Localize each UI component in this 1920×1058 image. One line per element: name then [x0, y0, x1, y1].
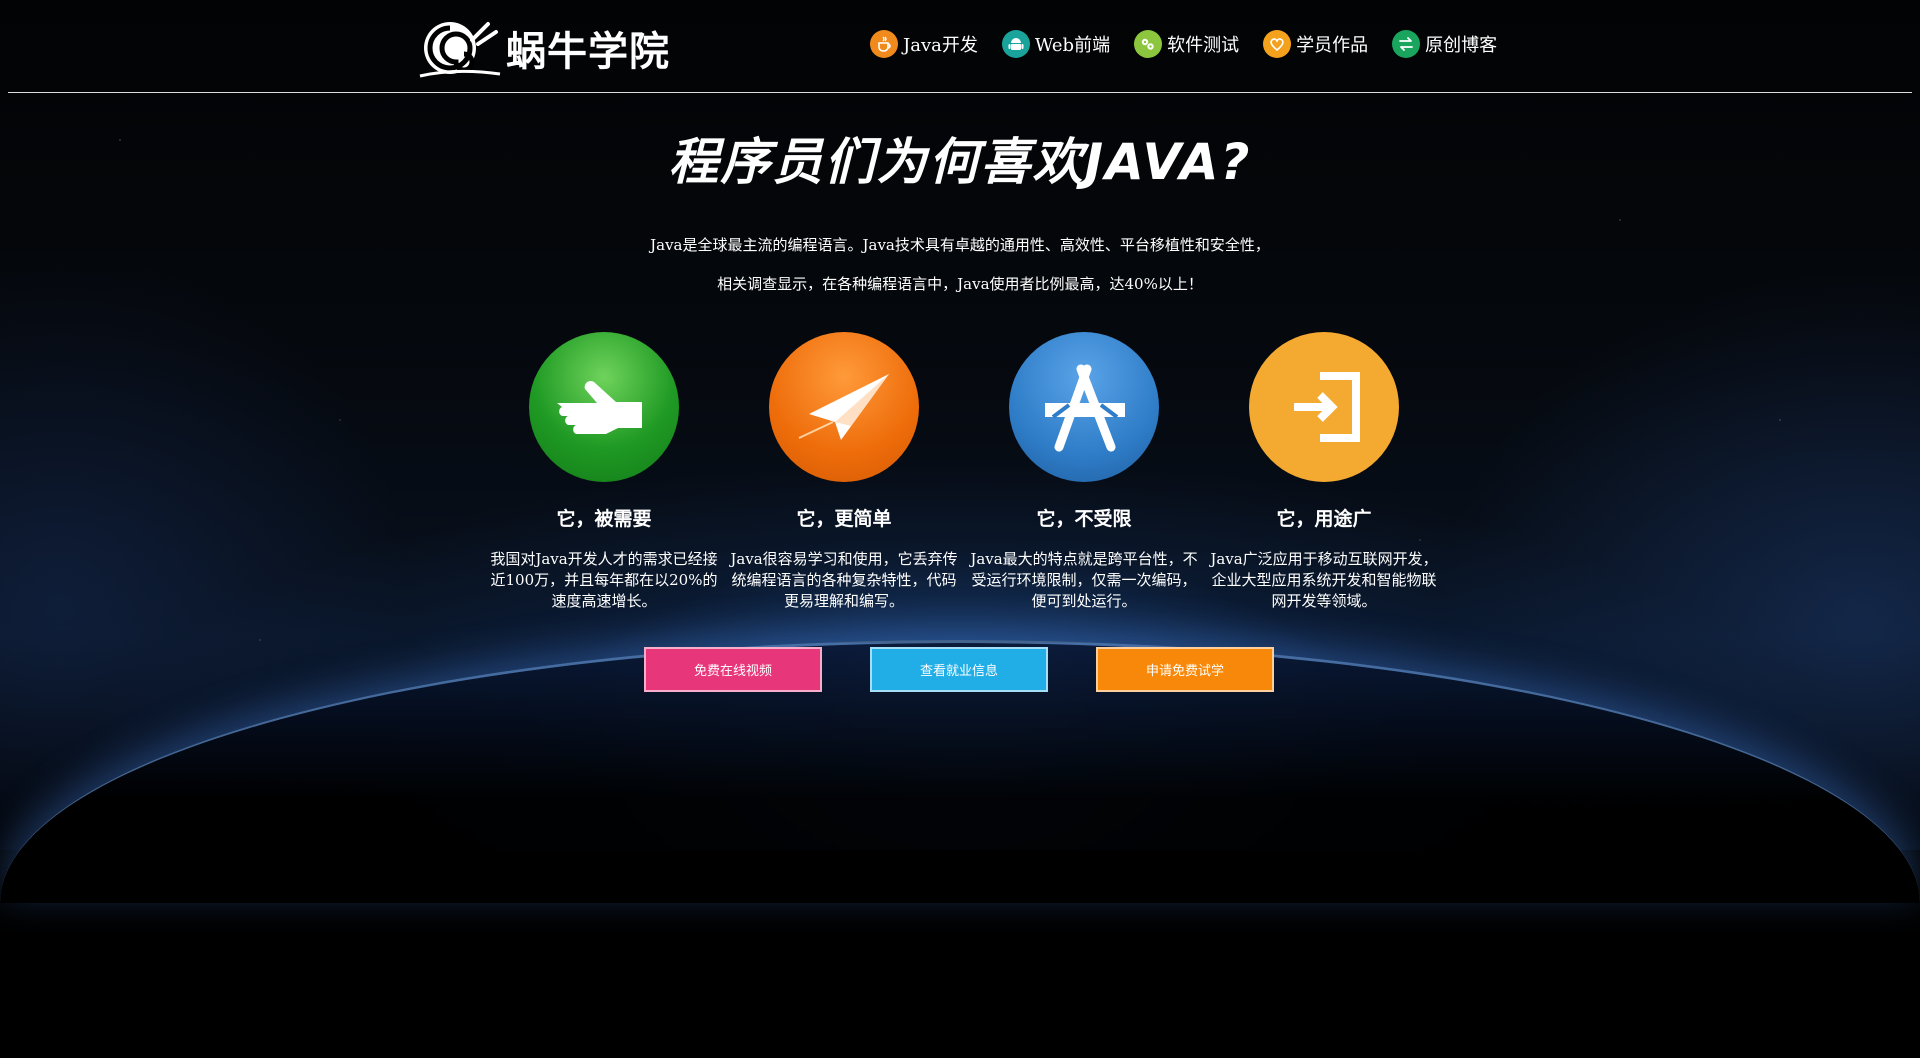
feature-title: 它，被需要 — [556, 508, 652, 530]
nav-java[interactable]: Java开发 — [870, 30, 978, 58]
java-cup-icon — [870, 30, 898, 58]
nav-testing[interactable]: 软件测试 — [1134, 30, 1239, 58]
page-title: 程序员们为何喜欢JAVA? — [668, 133, 1252, 191]
nav-blog[interactable]: 原创博客 — [1392, 30, 1497, 58]
feature-title: 它，用途广 — [1276, 508, 1372, 530]
free-video-button[interactable]: 免费在线视频 — [644, 647, 822, 692]
snail-logo-icon — [419, 22, 501, 78]
nav-web[interactable]: Web前端 — [1001, 30, 1111, 58]
feature-desc: Java很容易学习和使用，它丢弃传统编程语言的各种复杂特性，代码更易理解和编写。 — [730, 550, 958, 610]
intro-text: Java是全球最主流的编程语言。Java技术具有卓越的通用性、高效性、平台移植性… — [0, 226, 1920, 304]
nav-label: 学员作品 — [1296, 35, 1369, 56]
main-nav: Java开发 Web前端 软件测试 学员作品 原创博客 — [870, 30, 1521, 58]
logo-text: 蜗牛学院 — [506, 29, 670, 75]
feature-title: 它，不受限 — [1036, 508, 1132, 530]
feature-widely-used: 它，用途广 Java广泛应用于移动互联网开发，企业大型应用系统开发和智能物联网开… — [1204, 332, 1444, 612]
app-store-icon — [1009, 332, 1159, 482]
feature-title: 它，更简单 — [796, 508, 892, 530]
android-icon — [1001, 30, 1030, 58]
feature-needed: 它，被需要 我国对Java开发人才的需求已经接近100万，并且每年都在以20%的… — [484, 332, 724, 612]
feature-desc: Java广泛应用于移动互联网开发，企业大型应用系统开发和智能物联网开发等领域。 — [1210, 550, 1438, 610]
feature-unlimited: 它，不受限 Java最大的特点就是跨平台性，不受运行环境限制，仅需一次编码，便可… — [964, 332, 1204, 612]
site-header: 蜗牛学院 Java开发 Web前端 软件测试 学员作品 原创博客 — [0, 0, 1920, 93]
nav-label: 软件测试 — [1167, 35, 1240, 56]
intro-line-1: Java是全球最主流的编程语言。Java技术具有卓越的通用性、高效性、平台移植性… — [650, 236, 1270, 254]
nav-student-works[interactable]: 学员作品 — [1263, 30, 1368, 58]
feature-simple: 它，更简单 Java很容易学习和使用，它丢弃传统编程语言的各种复杂特性，代码更易… — [724, 332, 964, 612]
open-hand-icon — [529, 332, 679, 482]
nav-label: 原创博客 — [1425, 35, 1498, 56]
header-divider — [8, 92, 1912, 93]
paper-plane-icon — [769, 332, 919, 482]
page: 蜗牛学院 Java开发 Web前端 软件测试 学员作品 原创博客 程序员们为何喜… — [0, 0, 1920, 1058]
nav-label: Web前端 — [1034, 35, 1111, 56]
heart-badge-icon — [1263, 30, 1292, 58]
feature-desc: Java最大的特点就是跨平台性，不受运行环境限制，仅需一次编码，便可到处运行。 — [970, 550, 1198, 610]
swap-arrows-icon — [1392, 30, 1421, 58]
intro-line-2: 相关调查显示，在各种编程语言中，Java使用者比例最高，达40%以上！ — [717, 275, 1203, 293]
feature-desc: 我国对Java开发人才的需求已经接近100万，并且每年都在以20%的速度高速增长… — [490, 550, 718, 610]
action-buttons: 免费在线视频 查看就业信息 申请免费试学 — [644, 647, 1322, 692]
logo[interactable]: 蜗牛学院 — [416, 16, 670, 80]
bug-icon — [1134, 30, 1163, 58]
free-trial-button[interactable]: 申请免费试学 — [1096, 647, 1274, 692]
feature-list: 它，被需要 我国对Java开发人才的需求已经接近100万，并且每年都在以20%的… — [484, 332, 1444, 612]
job-info-button[interactable]: 查看就业信息 — [870, 647, 1048, 692]
nav-label: Java开发 — [903, 35, 978, 56]
sign-in-icon — [1249, 332, 1399, 482]
